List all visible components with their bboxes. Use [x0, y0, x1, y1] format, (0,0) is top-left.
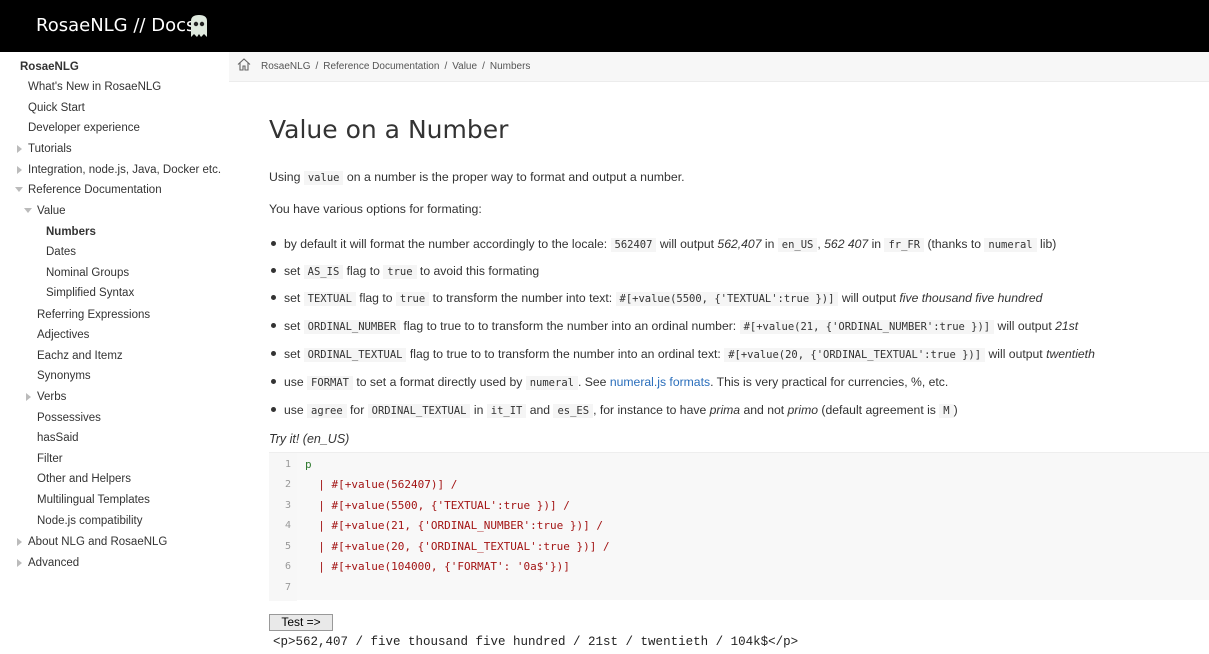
try-it-label: Try it! (en_US) — [269, 432, 350, 446]
collapse-arrow-icon[interactable] — [15, 187, 23, 192]
sidebar-item-filter[interactable]: Filter — [37, 452, 63, 466]
sidebar-item-simplified-syntax[interactable]: Simplified Syntax — [46, 286, 134, 300]
list-item: set TEXTUAL flag to true to transform th… — [271, 291, 1042, 306]
sidebar-item-about-nlg[interactable]: About NLG and RosaeNLG — [28, 535, 167, 549]
options-intro: You have various options for formating: — [269, 202, 482, 216]
breadcrumb-item[interactable]: Reference Documentation — [323, 61, 439, 72]
main-content: RosaeNLG / Reference Documentation / Value / N… — [229, 52, 1209, 654]
test-output: <p>562,407 / five thousand five hundred … — [273, 635, 799, 649]
code-line[interactable]: p — [305, 458, 312, 471]
collapse-arrow-icon[interactable] — [24, 208, 32, 213]
sidebar-item-eachz-itemz[interactable]: Eachz and Itemz — [37, 349, 123, 363]
page-title: Value on a Number — [269, 115, 509, 144]
breadcrumb-item-current: Numbers — [489, 61, 531, 72]
breadcrumb: RosaeNLG / Reference Documentation / Value / N… — [229, 52, 1209, 82]
sidebar-item-multilingual-templates[interactable]: Multilingual Templates — [37, 493, 150, 507]
sidebar-item-integration[interactable]: Integration, node.js, Java, Docker etc. — [28, 163, 221, 177]
expand-arrow-icon[interactable] — [17, 538, 22, 546]
list-item: set ORDINAL_NUMBER flag to true to to tr… — [271, 319, 1078, 334]
sidebar-item-reference-documentation[interactable]: Reference Documentation — [28, 183, 162, 197]
sidebar-item-hassaid[interactable]: hasSaid — [37, 431, 79, 445]
list-item: use FORMAT to set a format directly used… — [271, 375, 948, 390]
code-line[interactable]: | #[+value(20, {'ORDINAL_TEXTUAL':true }… — [305, 540, 609, 553]
breadcrumb-item[interactable]: RosaeNLG — [261, 61, 310, 72]
breadcrumb-item[interactable]: Value — [452, 61, 477, 72]
sidebar-item-numbers[interactable]: Numbers — [46, 225, 96, 239]
line-number: 1 — [284, 459, 291, 470]
sidebar-item-dates[interactable]: Dates — [46, 245, 76, 259]
sidebar-item-referring-expressions[interactable]: Referring Expressions — [37, 308, 150, 322]
expand-arrow-icon[interactable] — [26, 393, 31, 401]
inline-code: value — [303, 171, 344, 185]
sidebar-item-quick-start[interactable]: Quick Start — [28, 101, 85, 115]
home-icon[interactable] — [237, 58, 251, 71]
sidebar-item-developer-experience[interactable]: Developer experience — [28, 121, 140, 135]
code-line[interactable]: | #[+value(21, {'ORDINAL_NUMBER':true })… — [305, 519, 603, 532]
rosaenlg-logo-icon[interactable] — [189, 13, 209, 39]
list-item: by default it will format the number acc… — [271, 237, 1056, 252]
list-item: set ORDINAL_TEXTUAL flag to true to to t… — [271, 347, 1095, 362]
line-number: 7 — [284, 582, 291, 593]
list-item: set AS_IS flag to true to avoid this for… — [271, 264, 539, 279]
sidebar-item-possessives[interactable]: Possessives — [37, 411, 101, 425]
sidebar-root[interactable]: RosaeNLG — [20, 60, 79, 74]
sidebar-item-advanced[interactable]: Advanced — [28, 556, 79, 570]
line-number: 2 — [284, 479, 291, 490]
line-number: 3 — [284, 500, 291, 511]
sidebar-item-adjectives[interactable]: Adjectives — [37, 328, 89, 342]
expand-arrow-icon[interactable] — [17, 145, 22, 153]
sidebar-item-synonyms[interactable]: Synonyms — [37, 369, 91, 383]
line-number: 6 — [284, 561, 291, 572]
top-bar: RosaeNLG // Docs — [0, 0, 1209, 52]
sidebar-item-nodejs-compat[interactable]: Node.js compatibility — [37, 514, 142, 528]
line-number: 5 — [284, 541, 291, 552]
sidebar-item-value[interactable]: Value — [37, 204, 66, 218]
code-line[interactable]: | #[+value(5500, {'TEXTUAL':true })] / — [305, 499, 570, 512]
code-line[interactable]: | #[+value(562407)] / — [305, 478, 457, 491]
intro-paragraph: Using value on a number is the proper wa… — [269, 170, 685, 185]
expand-arrow-icon[interactable] — [17, 166, 22, 174]
sidebar-item-other-helpers[interactable]: Other and Helpers — [37, 472, 131, 486]
code-line[interactable]: | #[+value(104000, {'FORMAT': '0a$'})] — [305, 560, 570, 573]
list-item: use agree for ORDINAL_TEXTUAL in it_IT a… — [271, 403, 958, 418]
code-editor[interactable]: 1 2 3 4 5 6 7 p | #[+value(562407)] / | … — [269, 452, 1209, 601]
sidebar-nav: RosaeNLG What's New in RosaeNLG Quick St… — [0, 52, 229, 654]
test-button[interactable]: Test => — [269, 614, 333, 631]
sidebar-item-tutorials[interactable]: Tutorials — [28, 142, 72, 156]
sidebar-item-nominal-groups[interactable]: Nominal Groups — [46, 266, 129, 280]
expand-arrow-icon[interactable] — [17, 559, 22, 567]
line-number-gutter: 1 2 3 4 5 6 7 — [269, 453, 297, 601]
sidebar-item-whats-new[interactable]: What's New in RosaeNLG — [28, 80, 161, 94]
brand-title[interactable]: RosaeNLG // Docs — [36, 15, 195, 36]
numeraljs-formats-link[interactable]: numeral.js formats — [610, 375, 710, 389]
sidebar-item-verbs[interactable]: Verbs — [37, 390, 66, 404]
line-number: 4 — [284, 520, 291, 531]
